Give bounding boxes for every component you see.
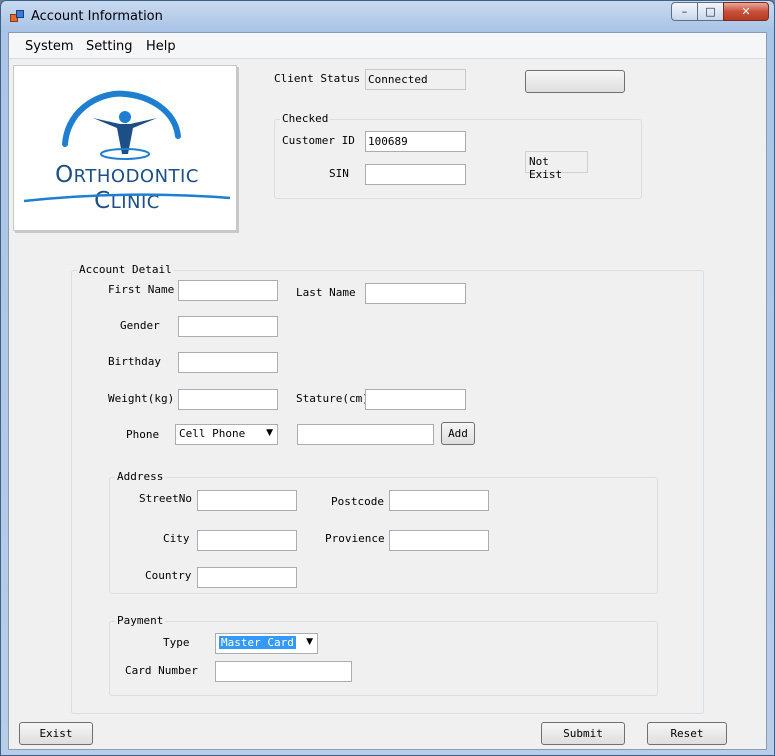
customer-id-label: Customer ID bbox=[282, 134, 355, 147]
postcode-input[interactable] bbox=[389, 490, 489, 511]
submit-button[interactable]: Submit bbox=[541, 722, 625, 745]
payment-title: Payment bbox=[115, 614, 166, 627]
gender-input[interactable] bbox=[178, 316, 278, 337]
client-status-field: Connected bbox=[365, 69, 466, 90]
sin-label: SIN bbox=[329, 167, 349, 180]
client-status-label: Client Status bbox=[274, 72, 361, 85]
close-button[interactable]: ✕ bbox=[723, 2, 769, 21]
country-input[interactable] bbox=[197, 567, 297, 588]
form-client-area: System Setting Help ORTHODONTIC CLINIC C… bbox=[8, 32, 767, 750]
account-detail-title: Account Detail bbox=[77, 263, 174, 276]
last-name-label: Last Name bbox=[296, 286, 356, 299]
province-label: Provience bbox=[325, 532, 385, 545]
menu-setting[interactable]: Setting bbox=[86, 39, 133, 54]
payment-group: Payment bbox=[109, 614, 658, 696]
window-title: Account Information bbox=[31, 9, 163, 24]
payment-type-select[interactable]: Master Card ▼ bbox=[215, 633, 318, 654]
phone-type-value: Cell Phone bbox=[179, 427, 246, 440]
stature-label: Stature(cm) bbox=[296, 392, 369, 405]
phone-type-select[interactable]: Cell Phone ▼ bbox=[175, 424, 278, 445]
maximize-button[interactable]: □ bbox=[697, 2, 724, 21]
country-label: Country bbox=[145, 569, 192, 582]
app-icon[interactable] bbox=[10, 10, 25, 23]
menu-bar: System Setting Help bbox=[9, 33, 766, 59]
weight-input[interactable] bbox=[178, 389, 278, 410]
payment-type-value: Master Card bbox=[219, 636, 296, 649]
card-number-label: Card Number bbox=[125, 664, 198, 677]
card-number-input[interactable] bbox=[215, 661, 352, 682]
gender-label: Gender bbox=[120, 319, 160, 332]
minimize-button[interactable]: – bbox=[671, 2, 698, 21]
city-input[interactable] bbox=[197, 530, 297, 551]
birthday-label: Birthday bbox=[108, 355, 161, 368]
first-name-input[interactable] bbox=[178, 280, 278, 301]
clinic-logo: ORTHODONTIC CLINIC bbox=[13, 65, 237, 231]
street-no-input[interactable] bbox=[197, 490, 297, 511]
address-title: Address bbox=[115, 470, 166, 483]
first-name-label: First Name bbox=[108, 283, 175, 296]
province-input[interactable] bbox=[389, 530, 489, 551]
menu-help[interactable]: Help bbox=[146, 39, 176, 54]
last-name-input[interactable] bbox=[365, 283, 466, 304]
checked-group-title: Checked bbox=[280, 112, 331, 125]
sin-input[interactable] bbox=[365, 164, 466, 185]
chevron-down-icon[interactable]: ▼ bbox=[306, 637, 313, 647]
app-window: Account Information – □ ✕ System Setting… bbox=[0, 0, 775, 756]
stature-input[interactable] bbox=[365, 389, 466, 410]
phone-label: Phone bbox=[126, 428, 160, 441]
reset-button[interactable]: Reset bbox=[647, 722, 727, 745]
phone-number-input[interactable] bbox=[297, 424, 434, 445]
street-no-label: StreetNo bbox=[139, 492, 192, 505]
menu-system[interactable]: System bbox=[25, 39, 73, 54]
payment-type-label: Type bbox=[163, 636, 190, 649]
check-result-label: Not Exist bbox=[525, 151, 588, 181]
postcode-label: Postcode bbox=[331, 495, 384, 508]
birthday-input[interactable] bbox=[178, 352, 278, 373]
exist-button[interactable]: Exist bbox=[19, 722, 93, 745]
logo-swoosh bbox=[23, 193, 231, 203]
tooth-figure-icon bbox=[62, 90, 181, 160]
clinic-name: ORTHODONTIC CLINIC bbox=[55, 162, 199, 214]
city-label: City bbox=[163, 532, 190, 545]
status-indicator-button[interactable] bbox=[525, 70, 625, 93]
chevron-down-icon[interactable]: ▼ bbox=[266, 428, 273, 438]
weight-label: Weight(kg) bbox=[108, 392, 175, 405]
title-bar[interactable]: Account Information – □ ✕ bbox=[1, 1, 774, 31]
add-phone-button[interactable]: Add bbox=[441, 422, 475, 445]
customer-id-input[interactable]: 100689 bbox=[365, 131, 466, 152]
